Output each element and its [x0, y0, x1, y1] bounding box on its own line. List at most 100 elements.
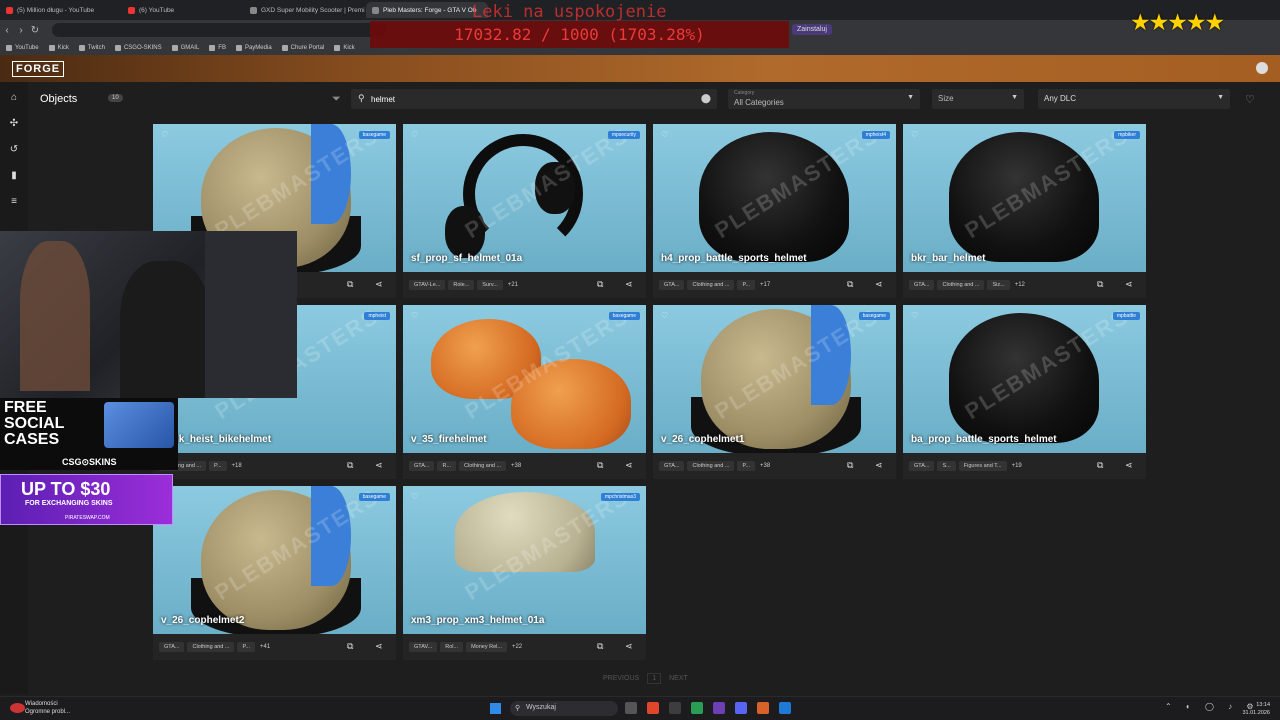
previous-button[interactable]: PREVIOUS	[603, 675, 639, 682]
tag-chip[interactable]: Clothing and ...	[687, 461, 735, 471]
tag-chip[interactable]: P...	[237, 642, 256, 652]
bookmark-youtube[interactable]: YouTube	[6, 44, 39, 51]
task-view-icon[interactable]	[625, 702, 637, 714]
favorite-heart-icon[interactable]: ♡	[661, 130, 668, 139]
tag-chip[interactable]: Clothing and ...	[187, 642, 235, 652]
forward-icon[interactable]: ›	[14, 25, 28, 36]
share-icon[interactable]: ⋖	[375, 279, 383, 290]
tag-chip[interactable]: P...	[737, 280, 756, 290]
copy-icon[interactable]: ⧉	[597, 279, 603, 290]
install-button[interactable]: Zainstaluj	[792, 24, 832, 35]
object-card[interactable]: PLEBMASTERS ♡ mpbattle ba_prop_battle_sport…	[903, 305, 1146, 479]
share-icon[interactable]: ⋖	[1125, 460, 1133, 471]
tag-chip[interactable]: Rol...	[440, 642, 464, 652]
tag-chip[interactable]: S...	[937, 461, 956, 471]
tag-chip[interactable]: GTAV...	[409, 642, 438, 652]
share-icon[interactable]: ⋖	[625, 279, 633, 290]
tag-chip[interactable]: GTA...	[159, 642, 185, 652]
object-thumbnail[interactable]: PLEBMASTERS ♡ basegame v_26_cophelmet1	[653, 305, 896, 453]
more-tags-count[interactable]: +19	[1012, 463, 1022, 469]
forge-logo[interactable]: FORGE	[12, 60, 65, 77]
more-tags-count[interactable]: +38	[511, 463, 521, 469]
object-thumbnail[interactable]: PLEBMASTERS ♡ mpbattle ba_prop_battle_sport…	[903, 305, 1146, 453]
tools-icon[interactable]: ✣	[8, 118, 20, 130]
chrome-icon[interactable]	[691, 702, 703, 714]
favorite-heart-icon[interactable]: ♡	[911, 311, 918, 320]
app-icon[interactable]	[757, 702, 769, 714]
search-input[interactable]	[371, 92, 691, 106]
tag-chip[interactable]: GTA...	[409, 461, 435, 471]
share-icon[interactable]: ⋖	[875, 460, 883, 471]
object-thumbnail[interactable]: PLEBMASTERS ♡ mpheist4 h4_prop_battle_sport…	[653, 124, 896, 272]
tag-chip[interactable]: Siz...	[987, 280, 1010, 290]
copy-icon[interactable]: ⧉	[597, 460, 603, 471]
copy-icon[interactable]: ⧉	[1097, 460, 1103, 471]
history-icon[interactable]: ↺	[8, 144, 20, 156]
location-pin-icon[interactable]: ⬤	[701, 93, 711, 104]
tag-chip[interactable]: GTA...	[659, 461, 685, 471]
back-icon[interactable]: ‹	[0, 25, 14, 36]
more-tags-count[interactable]: +21	[508, 282, 518, 288]
object-card[interactable]: PLEBMASTERS ♡ basegame v_26_cophelmet1 GTA..…	[653, 305, 896, 479]
windows-start-icon[interactable]	[490, 703, 501, 714]
more-tags-count[interactable]: +38	[760, 463, 770, 469]
copy-icon[interactable]: ⧉	[847, 460, 853, 471]
more-tags-count[interactable]: +12	[1015, 282, 1025, 288]
tab-2[interactable]: GXD Super Mobility Scooter | Premi	[244, 2, 366, 18]
copy-icon[interactable]: ⧉	[347, 641, 353, 652]
list-icon[interactable]: ≡	[8, 196, 20, 208]
object-card[interactable]: PLEBMASTERS♡basegamev_26_cophelmet2 GTA..…	[153, 486, 396, 660]
tag-chip[interactable]: Clothing and ...	[937, 280, 985, 290]
clock[interactable]: 13:14 31.01.2026	[1242, 701, 1270, 717]
tag-chip[interactable]: Clothing and ...	[459, 461, 507, 471]
more-tags-count[interactable]: +17	[760, 282, 770, 288]
object-thumbnail[interactable]: PLEBMASTERS ♡ basegame v_35_firehelmet	[403, 305, 646, 453]
more-tags-count[interactable]: +18	[232, 463, 242, 469]
taskbar-search[interactable]: ⚲ Wyszukaj	[510, 701, 618, 716]
object-thumbnail[interactable]: PLEBMASTERS ♡ mpbiker bkr_bar_helmet	[903, 124, 1146, 272]
next-button[interactable]: NEXT	[669, 675, 688, 682]
bookmark-paymedia[interactable]: PayMedia	[235, 44, 272, 51]
brave-icon[interactable]	[647, 702, 659, 714]
tab-0[interactable]: (5) Million długu - YouTube	[0, 2, 122, 18]
bookmark-csgo[interactable]: CSGO-SKINS	[114, 44, 162, 51]
tag-chip[interactable]: P...	[737, 461, 756, 471]
bookmark-kick2[interactable]: Kick	[334, 44, 355, 51]
home-icon[interactable]: ⌂	[8, 92, 20, 104]
app-icon[interactable]	[669, 702, 681, 714]
bookmark-portal[interactable]: Chure Portal	[281, 44, 324, 51]
more-tags-count[interactable]: +41	[260, 644, 270, 650]
share-icon[interactable]: ⋖	[375, 460, 383, 471]
tag-chip[interactable]: Clothing and ...	[687, 280, 735, 290]
object-card[interactable]: PLEBMASTERS ♡ basegame v_35_firehelmet GTA..…	[403, 305, 646, 479]
copy-icon[interactable]: ⧉	[1097, 279, 1103, 290]
object-thumbnail[interactable]: PLEBMASTERS♡basegamev_26_cophelmet2	[153, 486, 396, 634]
tag-chip[interactable]: GTA...	[909, 280, 935, 290]
tag-chip[interactable]: R...	[437, 461, 457, 471]
tag-chip[interactable]: Figures and T...	[958, 461, 1007, 471]
favorite-heart-icon[interactable]: ♡	[161, 130, 168, 139]
favorite-heart-icon[interactable]: ♡	[411, 492, 418, 501]
share-icon[interactable]: ⋖	[875, 279, 883, 290]
favorites-heart-icon[interactable]: ♡	[1245, 93, 1255, 106]
discord-icon[interactable]	[735, 702, 747, 714]
object-thumbnail[interactable]: PLEBMASTERS ♡ mpsecurity sf_prop_sf_helmet_…	[403, 124, 646, 272]
tab-3[interactable]: Pleb Masters: Forge - GTA V Ob	[366, 2, 488, 18]
size-select[interactable]: Size ▼	[932, 89, 1024, 109]
bookmark-fb[interactable]: FB	[209, 44, 226, 51]
user-icon[interactable]	[1256, 62, 1268, 74]
object-card[interactable]: PLEBMASTERS ♡ mpsecurity sf_prop_sf_helmet_…	[403, 124, 646, 298]
share-icon[interactable]: ⋖	[375, 641, 383, 652]
object-card[interactable]: PLEBMASTERS ♡ mpchristmas3 xm3_prop_xm3_hel…	[403, 486, 646, 660]
favorite-heart-icon[interactable]: ♡	[411, 130, 418, 139]
tag-chip[interactable]: Money Rel...	[466, 642, 507, 652]
address-bar[interactable]	[52, 23, 386, 37]
copy-icon[interactable]: ⧉	[597, 641, 603, 652]
favorite-heart-icon[interactable]: ♡	[411, 311, 418, 320]
tag-chip[interactable]: P...	[209, 461, 227, 471]
filter-icon[interactable]: ⏷	[332, 93, 341, 106]
category-select[interactable]: Category All Categories ▼	[728, 89, 920, 109]
object-card[interactable]: PLEBMASTERS ♡ mpheist4 h4_prop_battle_sport…	[653, 124, 896, 298]
tab-1[interactable]: (6) YouTube	[122, 2, 244, 18]
app-icon[interactable]	[713, 702, 725, 714]
